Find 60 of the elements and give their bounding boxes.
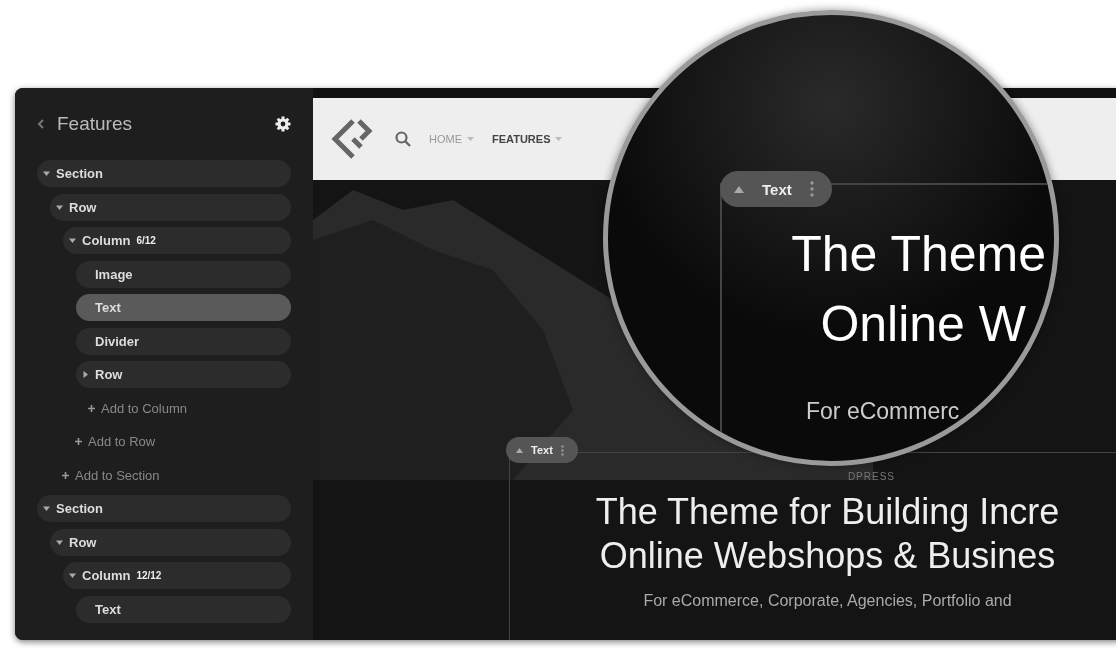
tree-item[interactable]: Image <box>76 260 291 288</box>
settings-icon[interactable] <box>275 116 291 132</box>
item-label: Section <box>56 501 103 516</box>
item-label: Section <box>56 166 103 181</box>
caret-icon <box>555 136 563 142</box>
more-icon[interactable] <box>809 181 814 197</box>
hero-heading-line: Online Webshops & Busines <box>599 534 1056 578</box>
element-tag[interactable]: Text <box>720 171 832 207</box>
caret-icon <box>467 136 474 142</box>
caret-icon[interactable] <box>56 538 63 546</box>
hero-heading-line: Online W <box>820 295 1026 353</box>
item-label: Add to Column <box>101 400 187 416</box>
item-label: Text <box>95 601 121 617</box>
item-label: Divider <box>95 333 140 349</box>
hero-heading-line: The Theme for Building Incre <box>595 490 1060 534</box>
tree-item[interactable]: Section <box>37 495 291 522</box>
hero-subtitle: For eCommerce, Corporate, Agencies, Portfolio and <box>643 592 1012 610</box>
plus-icon <box>75 438 82 445</box>
column-width-label: 12/12 <box>136 570 162 581</box>
tree-item[interactable]: Text <box>76 294 291 321</box>
caret-icon[interactable] <box>56 203 63 211</box>
add-element-link[interactable]: Add to Column <box>82 394 291 422</box>
plus-icon <box>62 471 69 479</box>
back-icon[interactable] <box>37 119 45 129</box>
item-label: Text <box>95 300 121 315</box>
tree-item[interactable]: Row <box>50 193 291 221</box>
tree-item[interactable]: Section <box>37 160 291 187</box>
caret-icon[interactable] <box>82 371 89 378</box>
add-element-link[interactable]: Add to Section <box>56 461 291 489</box>
tree-item[interactable]: Column 6/12 <box>63 227 291 254</box>
search-icon[interactable] <box>395 131 411 147</box>
tree-item[interactable]: Column 12/12 <box>63 562 291 589</box>
element-tag[interactable]: Text <box>506 437 578 463</box>
more-icon[interactable] <box>560 444 564 456</box>
add-element-link[interactable]: Add to Row <box>69 428 291 455</box>
nav-link[interactable]: FEATURES <box>492 133 563 145</box>
caret-icon[interactable] <box>69 237 76 244</box>
item-label: Row <box>69 199 97 215</box>
caret-icon[interactable] <box>69 572 76 579</box>
caret-icon <box>516 447 523 453</box>
caret-icon <box>734 185 744 193</box>
panel-title: Features <box>57 113 133 135</box>
hero-subtitle: For eCommerc <box>806 398 960 425</box>
eyebrow-text: DPRESS <box>847 471 895 482</box>
item-label: Column <box>82 568 131 583</box>
hero-heading-line: The Theme <box>791 225 1046 283</box>
column-width-label: 6/12 <box>136 235 156 246</box>
caret-icon[interactable] <box>43 170 50 177</box>
item-label: Add to Section <box>75 467 160 483</box>
item-label: Add to Row <box>88 434 156 449</box>
tree-item[interactable]: Row <box>76 361 291 388</box>
caret-icon[interactable] <box>43 505 50 512</box>
item-label: Row <box>69 534 97 550</box>
tree-item[interactable]: Divider <box>76 327 291 355</box>
tree-item[interactable]: Row <box>50 528 291 556</box>
item-label: Row <box>95 367 123 382</box>
tree-item[interactable]: Text <box>76 595 291 623</box>
item-label: Image <box>95 266 133 282</box>
plus-icon <box>88 404 95 412</box>
item-label: Column <box>82 233 131 248</box>
